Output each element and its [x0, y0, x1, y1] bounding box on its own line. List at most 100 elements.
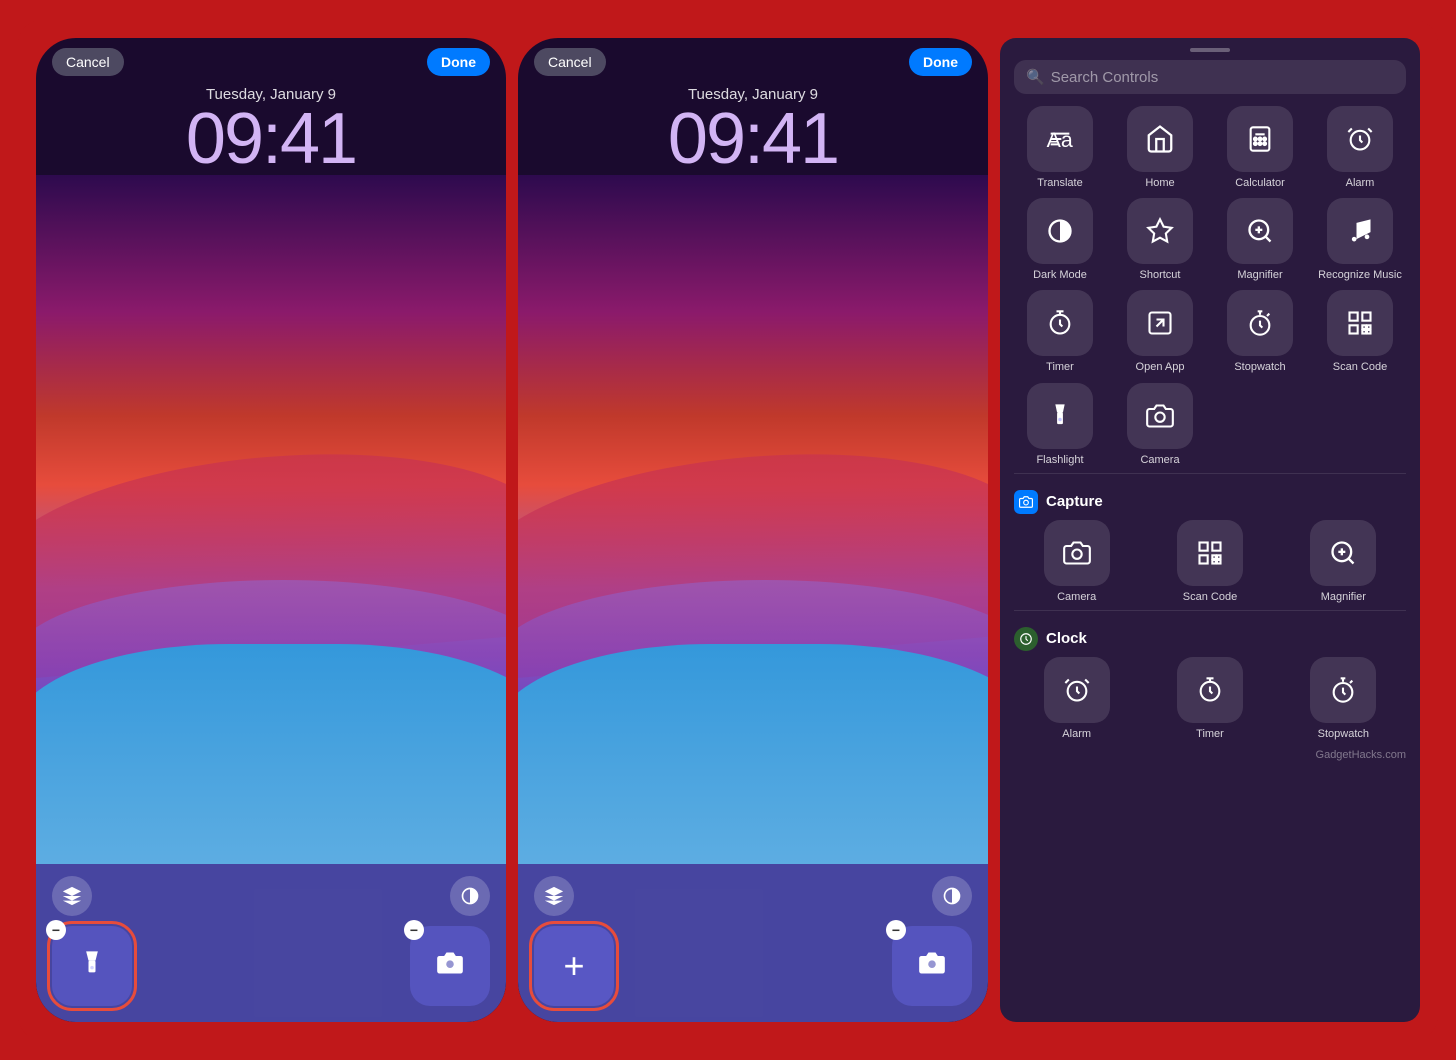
- capture-camera-label: Camera: [1057, 591, 1096, 604]
- phone1-camera-btn[interactable]: −: [410, 926, 490, 1006]
- clock-stopwatch[interactable]: Stopwatch: [1281, 657, 1406, 741]
- grid-item-camera[interactable]: Camera: [1114, 383, 1206, 467]
- clock-grid: Alarm Timer Stopwatch: [1000, 657, 1420, 741]
- phone1-done-button[interactable]: Done: [427, 48, 490, 76]
- phone-screen-2: Cancel Done Tuesday, January 9 09:41: [518, 38, 988, 1022]
- alarm-icon-bg: [1327, 106, 1393, 172]
- darkmode-icon-bg: [1027, 198, 1093, 264]
- divider-2: [1014, 610, 1406, 611]
- magnifier-icon-bg: [1227, 198, 1293, 264]
- timer-label: Timer: [1046, 361, 1074, 374]
- search-input[interactable]: Search Controls: [1051, 69, 1159, 86]
- grid-item-flashlight[interactable]: Flashlight: [1014, 383, 1106, 467]
- shortcut-label: Shortcut: [1140, 269, 1181, 282]
- translate-label: Translate: [1037, 177, 1082, 190]
- phone2-layers-icon: [534, 876, 574, 916]
- scan-code-icon-bg: [1327, 290, 1393, 356]
- phone2-add-btn[interactable]: +: [534, 926, 614, 1006]
- clock-timer-icon-bg: [1177, 657, 1243, 723]
- capture-magnifier-label: Magnifier: [1321, 591, 1366, 604]
- phone2-top-bar: Cancel Done: [518, 38, 988, 82]
- phone1-camera-minus-badge[interactable]: −: [404, 920, 424, 940]
- grid-item-alarm[interactable]: Alarm: [1314, 106, 1406, 190]
- phone-screen-1: Cancel Done Tuesday, January 9 09:41: [36, 38, 506, 1022]
- magnifier-label: Magnifier: [1237, 269, 1282, 282]
- capture-camera[interactable]: Camera: [1014, 520, 1139, 604]
- grid-item-magnifier[interactable]: Magnifier: [1214, 198, 1306, 282]
- capture-scan-code-label: Scan Code: [1183, 591, 1237, 604]
- clock-section-label: Clock: [1000, 617, 1420, 657]
- grid-item-stopwatch[interactable]: Stopwatch: [1214, 290, 1306, 374]
- phone2-done-button[interactable]: Done: [909, 48, 972, 76]
- phone2-camera-icon: [918, 949, 946, 984]
- grid-item-recognize-music[interactable]: Recognize Music: [1314, 198, 1406, 282]
- clock-timer[interactable]: Timer: [1147, 657, 1272, 741]
- search-icon: 🔍: [1026, 68, 1045, 86]
- capture-magnifier-icon-bg: [1310, 520, 1376, 586]
- grid-item-translate[interactable]: Aa Translate: [1014, 106, 1106, 190]
- camera-label: Camera: [1140, 454, 1179, 467]
- phone1-time: 09:41: [36, 103, 506, 175]
- stopwatch-label: Stopwatch: [1234, 361, 1285, 374]
- capture-magnifier[interactable]: Magnifier: [1281, 520, 1406, 604]
- phone1-minus-badge[interactable]: −: [46, 920, 66, 940]
- clock-stopwatch-icon-bg: [1310, 657, 1376, 723]
- open-app-label: Open App: [1136, 361, 1185, 374]
- main-container: Cancel Done Tuesday, January 9 09:41: [18, 20, 1438, 1040]
- panel-scroll[interactable]: Aa Translate Home Calculator: [1000, 106, 1420, 1022]
- phone1-wallpaper: [36, 175, 506, 864]
- flashlight-icon-bg: [1027, 383, 1093, 449]
- grid-item-home[interactable]: Home: [1114, 106, 1206, 190]
- clock-stopwatch-label: Stopwatch: [1318, 728, 1369, 741]
- phone1-cancel-button[interactable]: Cancel: [52, 48, 124, 76]
- calculator-label: Calculator: [1235, 177, 1285, 190]
- phone1-darkmode-icon: [450, 876, 490, 916]
- phone2-controls-row: + −: [534, 926, 972, 1006]
- capture-scan-code[interactable]: Scan Code: [1147, 520, 1272, 604]
- recognize-music-icon-bg: [1327, 198, 1393, 264]
- capture-scan-code-icon-bg: [1177, 520, 1243, 586]
- grid-item-calculator[interactable]: Calculator: [1214, 106, 1306, 190]
- phone2-plus-icon: +: [563, 945, 584, 987]
- controls-grid: Aa Translate Home Calculator: [1000, 106, 1420, 467]
- phone1-camera-icon: [436, 949, 464, 984]
- alarm-label: Alarm: [1346, 177, 1375, 190]
- capture-section-icon: [1014, 490, 1038, 514]
- translate-icon-bg: Aa: [1027, 106, 1093, 172]
- flashlight-label: Flashlight: [1036, 454, 1083, 467]
- phone1-bottom-icons: [52, 876, 490, 916]
- phone2-camera-btn[interactable]: −: [892, 926, 972, 1006]
- grid-item-shortcut[interactable]: Shortcut: [1114, 198, 1206, 282]
- camera-icon-bg: [1127, 383, 1193, 449]
- phone1-controls-row: − −: [52, 926, 490, 1006]
- clock-timer-label: Timer: [1196, 728, 1224, 741]
- shortcut-icon-bg: [1127, 198, 1193, 264]
- grid-item-darkmode[interactable]: Dark Mode: [1014, 198, 1106, 282]
- capture-section-label: Capture: [1000, 480, 1420, 520]
- phone1-flashlight-btn[interactable]: −: [52, 926, 132, 1006]
- home-icon-bg: [1127, 106, 1193, 172]
- timer-icon-bg: [1027, 290, 1093, 356]
- phone1-top-bar: Cancel Done: [36, 38, 506, 82]
- grid-item-open-app[interactable]: Open App: [1114, 290, 1206, 374]
- grid-item-scan-code[interactable]: Scan Code: [1314, 290, 1406, 374]
- capture-camera-icon-bg: [1044, 520, 1110, 586]
- home-label: Home: [1145, 177, 1174, 190]
- phone2-cancel-button[interactable]: Cancel: [534, 48, 606, 76]
- stopwatch-icon-bg: [1227, 290, 1293, 356]
- phone1-flashlight-icon: [78, 949, 106, 984]
- open-app-icon-bg: [1127, 290, 1193, 356]
- panel-notch: [1190, 48, 1230, 52]
- phone2-darkmode-icon: [932, 876, 972, 916]
- clock-alarm[interactable]: Alarm: [1014, 657, 1139, 741]
- capture-section-title: Capture: [1046, 493, 1103, 510]
- watermark: GadgetHacks.com: [1316, 749, 1406, 761]
- divider-1: [1014, 473, 1406, 474]
- search-bar[interactable]: 🔍 Search Controls: [1014, 60, 1406, 94]
- right-panel: 🔍 Search Controls Aa Translate Home: [1000, 38, 1420, 1022]
- calculator-icon-bg: [1227, 106, 1293, 172]
- phone2-camera-minus-badge[interactable]: −: [886, 920, 906, 940]
- grid-item-timer[interactable]: Timer: [1014, 290, 1106, 374]
- recognize-music-label: Recognize Music: [1318, 269, 1402, 282]
- clock-section-icon: [1014, 627, 1038, 651]
